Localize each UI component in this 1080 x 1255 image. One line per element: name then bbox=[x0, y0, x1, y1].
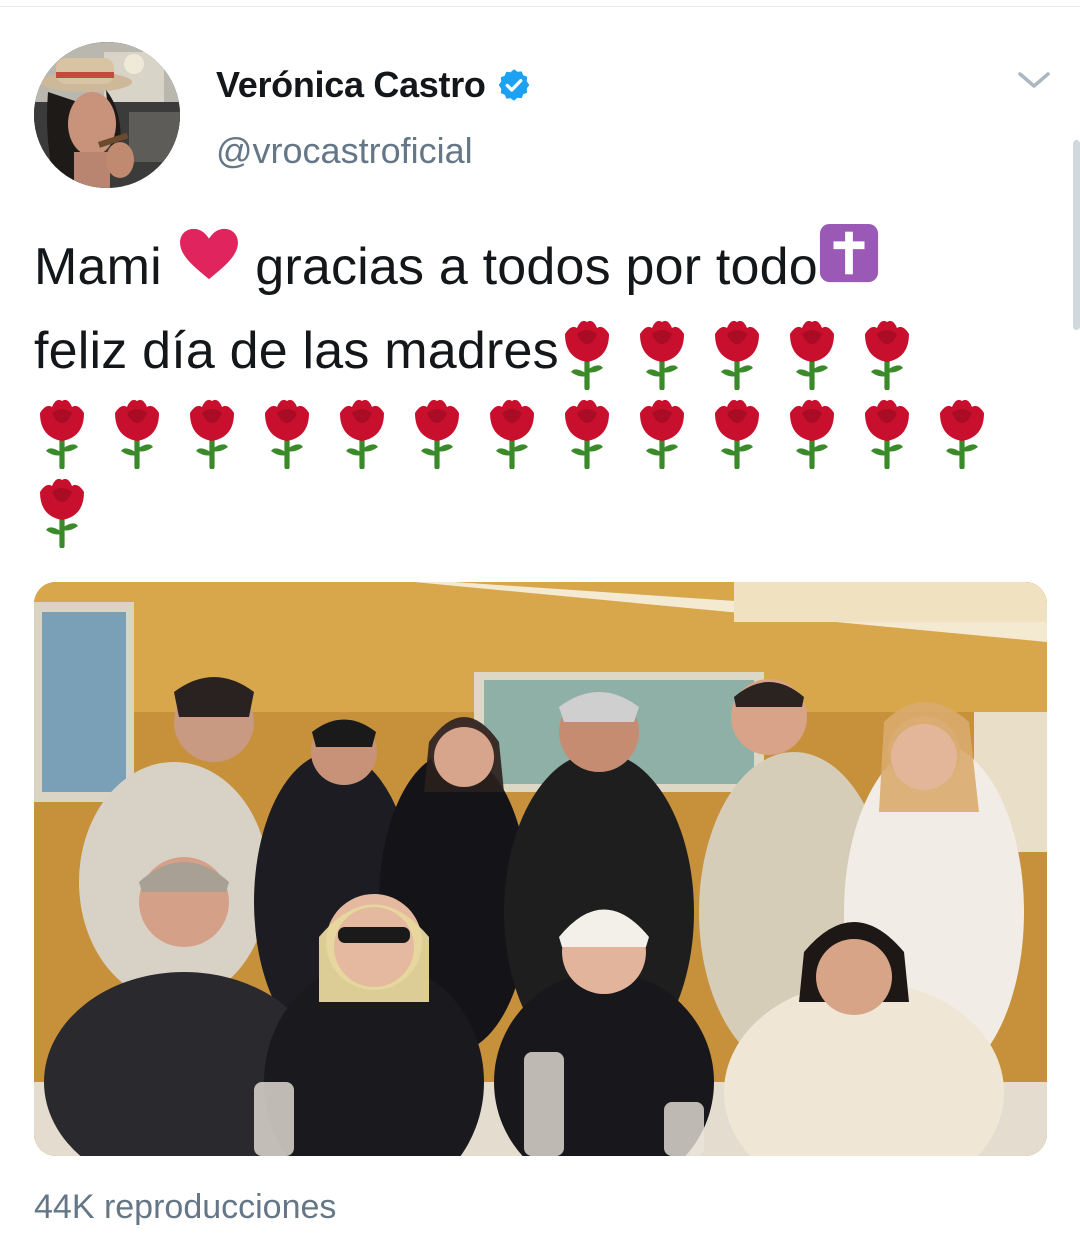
rose-icon bbox=[634, 395, 690, 470]
view-count: 44K reproducciones bbox=[34, 1188, 337, 1226]
rose-icon bbox=[334, 395, 390, 470]
tweet-media-video[interactable] bbox=[34, 582, 1047, 1156]
tweet-text-gracias: gracias a todos por todo bbox=[240, 238, 818, 296]
display-name-row: Verónica Castro bbox=[216, 62, 532, 108]
rose-icon bbox=[259, 395, 315, 470]
tweet-header: Verónica Castro @vrocastroficial bbox=[34, 42, 1054, 192]
tweet-text-mami: Mami bbox=[34, 238, 177, 296]
rose-icon bbox=[559, 316, 615, 391]
display-name[interactable]: Verónica Castro bbox=[216, 64, 486, 106]
rose-icon bbox=[934, 395, 990, 470]
rose-icon bbox=[634, 316, 690, 391]
rose-icon bbox=[409, 395, 465, 470]
rose-icon bbox=[709, 316, 765, 391]
author-names: Verónica Castro @vrocastroficial bbox=[216, 62, 532, 172]
verified-badge-icon bbox=[496, 67, 532, 103]
rose-icon bbox=[34, 474, 90, 549]
tweet-text: Mami gracias a todos por todo feliz día … bbox=[34, 224, 1044, 550]
rose-icon bbox=[784, 316, 840, 391]
red-heart-icon bbox=[177, 225, 241, 303]
rose-icon bbox=[859, 395, 915, 470]
rose-icon bbox=[34, 395, 90, 470]
author-handle[interactable]: @vrocastroficial bbox=[216, 130, 532, 172]
rose-icon bbox=[784, 395, 840, 470]
tweet-text-feliz: feliz día de las madres bbox=[34, 322, 559, 381]
top-divider bbox=[0, 0, 1080, 7]
rose-icon bbox=[109, 395, 165, 470]
rose-icon bbox=[184, 395, 240, 470]
rose-icon bbox=[709, 395, 765, 470]
rose-icon bbox=[484, 395, 540, 470]
rose-icon bbox=[859, 316, 915, 391]
avatar[interactable] bbox=[34, 42, 180, 188]
rose-icon bbox=[559, 395, 615, 470]
chevron-down-icon[interactable] bbox=[1014, 64, 1054, 94]
scrollbar-thumb[interactable] bbox=[1073, 140, 1080, 330]
latin-cross-icon bbox=[818, 222, 880, 306]
